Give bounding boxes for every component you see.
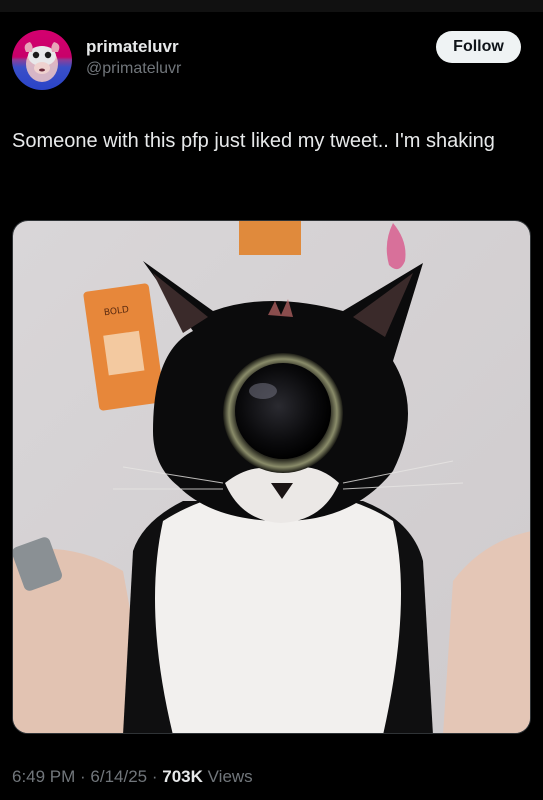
cat-chest [155, 490, 401, 733]
author-avatar[interactable] [12, 30, 72, 90]
top-edge-bar [0, 0, 543, 12]
tweet-meta: 6:49 PM · 6/14/25 · 703K Views [12, 764, 253, 790]
meta-separator: · [147, 767, 163, 786]
author-display-name[interactable]: primateluvr [86, 36, 181, 58]
author-names: primateluvr @primateluvr [86, 36, 181, 80]
tweet-text: Someone with this pfp just liked my twee… [12, 130, 495, 152]
wall-poster [239, 221, 301, 255]
views-label: Views [202, 767, 253, 786]
follow-button[interactable]: Follow [436, 31, 521, 63]
meta-separator: · [75, 767, 91, 786]
tweet-header: primateluvr @primateluvr Follow [12, 30, 531, 90]
views-count[interactable]: 703K [162, 767, 203, 786]
tweet-media-image[interactable]: BOLD [12, 220, 531, 734]
tweet-time[interactable]: 6:49 PM [12, 767, 75, 786]
tweet-date[interactable]: 6/14/25 [90, 767, 147, 786]
author-handle[interactable]: @primateluvr [86, 58, 181, 80]
cat-photo: BOLD [13, 221, 530, 733]
monkey-avatar-icon [12, 30, 72, 90]
